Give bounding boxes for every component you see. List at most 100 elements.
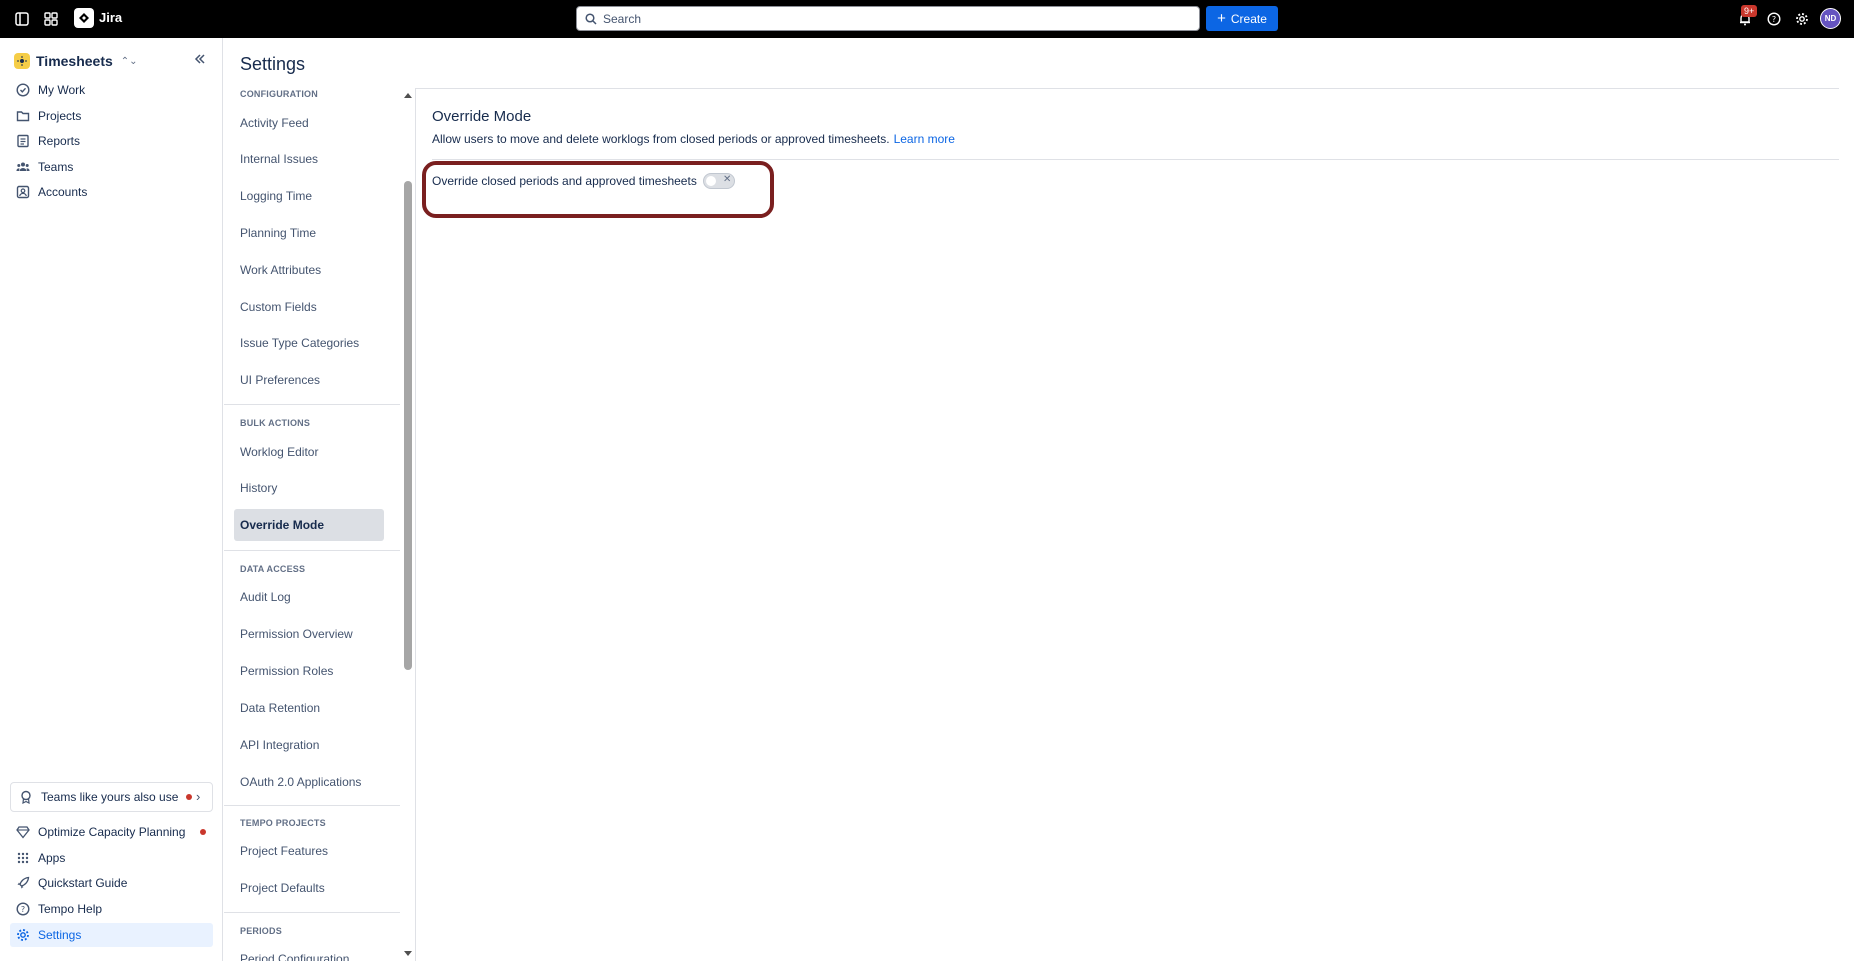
top-navigation-bar: Jira + Create 9+ ? ND [0, 0, 1854, 38]
sidebar-item-teams[interactable]: Teams [10, 155, 213, 179]
jira-logo-icon[interactable] [74, 8, 94, 28]
avatar[interactable]: ND [1820, 8, 1841, 29]
description-text: Allow users to move and delete worklogs … [432, 132, 890, 146]
svg-text:?: ? [21, 905, 25, 914]
sidebar-item-tempo-help[interactable]: ? Tempo Help [10, 897, 213, 921]
section-heading-periods: PERIODS [240, 926, 282, 936]
apps-grid-icon [17, 852, 29, 864]
settings-nav-oauth-applications[interactable]: OAuth 2.0 Applications [240, 775, 361, 789]
search-icon [585, 12, 597, 25]
settings-nav-custom-fields[interactable]: Custom Fields [240, 300, 317, 314]
create-button[interactable]: + Create [1206, 6, 1278, 31]
sidebar-toggle-icon[interactable] [12, 9, 32, 29]
search-input[interactable] [603, 11, 1183, 26]
settings-nav-logging-time[interactable]: Logging Time [240, 189, 312, 203]
scrollbar-thumb[interactable] [404, 181, 412, 670]
sidebar-item-reports[interactable]: Reports [10, 129, 213, 153]
sidebar-item-settings[interactable]: Settings [10, 923, 213, 947]
sidebar-item-label: Settings [38, 928, 82, 942]
settings-nav-api-integration[interactable]: API Integration [240, 738, 319, 752]
sidebar-item-accounts[interactable]: Accounts [10, 180, 213, 204]
section-heading-configuration: CONFIGURATION [240, 89, 318, 99]
product-name: Timesheets [36, 53, 113, 69]
chevron-right-icon: › [196, 789, 201, 804]
sidebar-item-label: Reports [38, 134, 81, 148]
plus-icon: + [1217, 9, 1226, 27]
folder-icon [16, 111, 30, 122]
account-icon [16, 185, 30, 199]
section-divider [224, 912, 400, 913]
search-box[interactable] [576, 6, 1200, 31]
sidebar-item-apps[interactable]: Apps [10, 846, 213, 870]
rocket-icon [17, 876, 30, 889]
settings-navigation: CONFIGURATION Activity Feed Internal Iss… [224, 88, 414, 961]
settings-nav-internal-issues[interactable]: Internal Issues [240, 152, 318, 166]
settings-nav-planning-time[interactable]: Planning Time [240, 226, 316, 240]
sidebar-item-my-work[interactable]: My Work [10, 78, 213, 102]
settings-nav-project-defaults[interactable]: Project Defaults [240, 881, 325, 895]
left-sidebar: Timesheets ⌃⌄ My Work Projects Reports T… [0, 38, 223, 961]
highlight-ring [422, 161, 774, 218]
sidebar-item-optimize-capacity-planning[interactable]: Optimize Capacity Planning [10, 820, 213, 844]
product-switcher[interactable]: Timesheets ⌃⌄ [14, 50, 138, 72]
collapse-sidebar-icon[interactable] [193, 52, 209, 68]
page-title: Settings [240, 54, 306, 74]
gear-icon[interactable] [1792, 9, 1812, 29]
settings-nav-ui-preferences[interactable]: UI Preferences [240, 373, 320, 387]
settings-nav-period-configuration[interactable]: Period Configuration [240, 952, 349, 961]
settings-nav-permission-roles[interactable]: Permission Roles [240, 664, 333, 678]
help-icon[interactable]: ? [1764, 9, 1784, 29]
sidebar-item-label: Apps [38, 851, 66, 865]
create-button-label: Create [1230, 11, 1267, 26]
settings-nav-worklog-editor[interactable]: Worklog Editor [240, 445, 318, 459]
settings-nav-activity-feed[interactable]: Activity Feed [240, 116, 309, 130]
override-toggle[interactable]: ✕ [703, 173, 735, 189]
sidebar-item-label: Quickstart Guide [38, 876, 128, 890]
diamond-icon [16, 826, 30, 839]
settings-nav-override-mode[interactable]: Override Mode [234, 509, 384, 541]
sidebar-item-quickstart-guide[interactable]: Quickstart Guide [10, 871, 213, 895]
app-name[interactable]: Jira [99, 10, 122, 25]
notification-badge: 9+ [1741, 5, 1758, 17]
settings-nav-data-retention[interactable]: Data Retention [240, 701, 320, 715]
settings-nav-issue-type-categories[interactable]: Issue Type Categories [240, 336, 359, 350]
sidebar-item-label: Teams [38, 160, 74, 174]
report-icon [17, 134, 29, 148]
sidebar-item-label: My Work [38, 83, 86, 97]
section-title: Override Mode [432, 108, 532, 125]
gear-icon [17, 929, 29, 941]
settings-nav-project-features[interactable]: Project Features [240, 844, 328, 858]
learn-more-link[interactable]: Learn more [894, 132, 955, 146]
sidebar-item-label: Optimize Capacity Planning [38, 825, 186, 839]
settings-nav-history[interactable]: History [240, 481, 277, 495]
award-icon [21, 790, 31, 804]
section-divider [224, 404, 400, 405]
section-heading-data-access: DATA ACCESS [240, 564, 306, 574]
section-divider [224, 805, 400, 806]
timesheets-logo-icon [14, 53, 30, 69]
help-icon: ? [16, 902, 30, 916]
override-setting-label: Override closed periods and approved tim… [432, 174, 697, 188]
svg-text:?: ? [1772, 15, 1776, 24]
section-heading-tempo-projects: TEMPO PROJECTS [240, 818, 326, 828]
new-indicator-dot [186, 794, 193, 800]
settings-nav-work-attributes[interactable]: Work Attributes [240, 263, 321, 277]
people-icon [16, 162, 30, 171]
section-heading-bulk-actions: BULK ACTIONS [240, 418, 311, 428]
section-divider [224, 550, 400, 551]
content-divider-top [416, 88, 1839, 89]
content-divider [432, 159, 1839, 160]
toggle-knob [706, 176, 716, 186]
sidebar-item-label: Projects [38, 109, 82, 123]
scroll-up-arrow-icon [404, 93, 412, 98]
teams-also-use-promo[interactable]: Teams like yours also use › [10, 782, 213, 812]
new-indicator-dot [200, 829, 206, 835]
settings-nav-audit-log[interactable]: Audit Log [240, 590, 291, 604]
content-divider-vertical [415, 88, 416, 961]
chevron-up-down-icon: ⌃⌄ [120, 55, 138, 67]
sidebar-item-projects[interactable]: Projects [10, 104, 213, 128]
settings-nav-permission-overview[interactable]: Permission Overview [240, 627, 353, 641]
sidebar-item-label: Tempo Help [38, 902, 103, 916]
check-circle-icon [16, 83, 30, 97]
app-switcher-icon[interactable] [41, 9, 61, 29]
